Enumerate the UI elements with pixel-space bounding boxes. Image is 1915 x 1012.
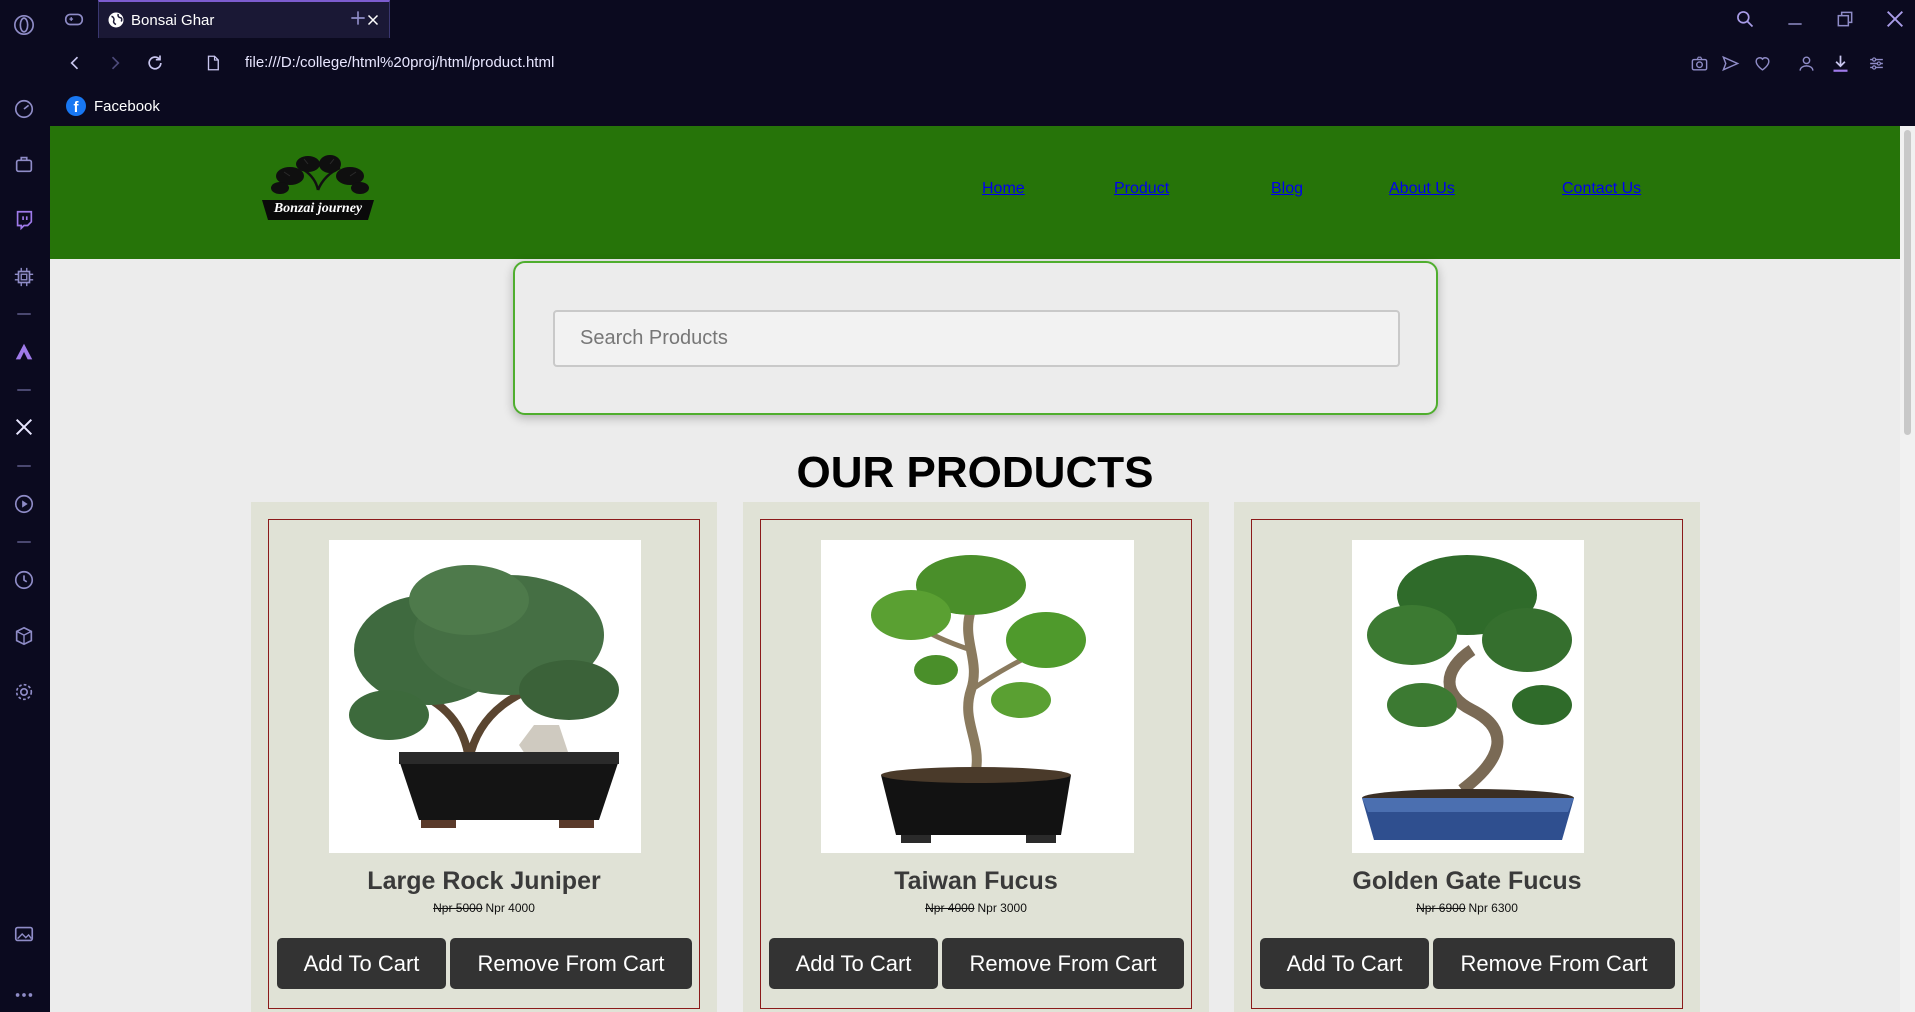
send-flow-icon[interactable] xyxy=(1718,51,1742,75)
work-bag-icon[interactable] xyxy=(11,151,37,177)
url-field[interactable]: file:///D:/college/html%20proj/html/prod… xyxy=(245,54,554,71)
old-price: Npr 6900 xyxy=(1416,901,1466,915)
product-name: Golden Gate Fucus xyxy=(1352,867,1582,895)
product-price: Npr 5000 Npr 4000 xyxy=(269,901,699,915)
nav-about-us[interactable]: About Us xyxy=(1389,180,1455,198)
product-card-inner: Golden Gate Fucus Npr 6900 Npr 6300 Add T… xyxy=(1251,519,1683,1009)
snapshot-camera-icon[interactable] xyxy=(1687,51,1711,75)
heart-icon[interactable] xyxy=(1750,51,1774,75)
gallery-icon[interactable] xyxy=(11,921,37,947)
page-viewport: Bonzai journey Home Product Blog About U… xyxy=(50,126,1915,1012)
remove-from-cart-button[interactable]: Remove From Cart xyxy=(1433,938,1675,989)
search-panel xyxy=(513,261,1438,415)
sidebar-divider xyxy=(17,389,31,391)
old-price: Npr 4000 xyxy=(925,901,975,915)
twitch-icon[interactable] xyxy=(11,207,37,233)
nav-home[interactable]: Home xyxy=(982,180,1025,198)
bookmark-facebook[interactable]: f Facebook xyxy=(66,93,160,119)
sidebar-divider xyxy=(17,541,31,543)
extensions-cube-icon[interactable] xyxy=(11,623,37,649)
close-window-icon[interactable] xyxy=(1883,7,1907,31)
tab-title: Bonsai Ghar xyxy=(131,12,215,29)
address-bar: file:///D:/college/html%20proj/html/prod… xyxy=(50,38,1915,88)
aria-ai-icon[interactable] xyxy=(11,339,37,365)
gamepad-icon[interactable] xyxy=(62,8,86,30)
reload-icon[interactable] xyxy=(143,51,167,75)
add-to-cart-button[interactable]: Add To Cart xyxy=(769,938,938,989)
product-card: Golden Gate Fucus Npr 6900 Npr 6300 Add T… xyxy=(1234,502,1700,1012)
browser-sidebar xyxy=(0,0,50,1012)
easy-setup-icon[interactable] xyxy=(1864,51,1888,75)
bookmarks-bar: f Facebook xyxy=(50,88,1915,126)
speed-dial-icon[interactable] xyxy=(11,96,37,122)
product-image-taiwan-ficus xyxy=(821,540,1134,853)
page-scrollbar[interactable] xyxy=(1900,126,1915,1012)
forward-arrow-icon[interactable] xyxy=(103,51,127,75)
hardware-chip-icon[interactable] xyxy=(11,264,37,290)
product-price: Npr 4000 Npr 3000 xyxy=(761,901,1191,915)
site-header: Bonzai journey Home Product Blog About U… xyxy=(50,126,1900,259)
facebook-icon: f xyxy=(66,96,86,116)
settings-gear-icon[interactable] xyxy=(11,679,37,705)
minimize-icon[interactable] xyxy=(1783,7,1807,31)
bookmark-label: Facebook xyxy=(94,97,160,115)
nav-product[interactable]: Product xyxy=(1114,180,1169,198)
current-price: Npr 3000 xyxy=(977,901,1027,915)
sidebar-divider xyxy=(17,465,31,467)
current-price: Npr 6300 xyxy=(1468,901,1518,915)
x-twitter-icon[interactable] xyxy=(11,414,37,440)
product-price: Npr 6900 Npr 6300 xyxy=(1252,901,1682,915)
new-tab-plus-icon[interactable] xyxy=(346,6,370,30)
add-to-cart-button[interactable]: Add To Cart xyxy=(1260,938,1429,989)
product-card: Large Rock Juniper Npr 5000 Npr 4000 Add … xyxy=(251,502,717,1012)
section-title: OUR PRODUCTS xyxy=(796,448,1154,497)
product-name: Taiwan Fucus xyxy=(894,867,1058,895)
history-icon[interactable] xyxy=(11,567,37,593)
nav-blog[interactable]: Blog xyxy=(1271,180,1303,198)
restore-icon[interactable] xyxy=(1833,7,1857,31)
nav-contact-us[interactable]: Contact Us xyxy=(1562,180,1641,198)
player-icon[interactable] xyxy=(11,491,37,517)
tab-strip: Bonsai Ghar xyxy=(50,0,1915,38)
sidebar-divider xyxy=(17,313,31,315)
bonzai-journey-logo[interactable]: Bonzai journey xyxy=(250,150,386,230)
more-options-icon[interactable] xyxy=(11,982,37,1008)
product-name: Large Rock Juniper xyxy=(367,867,601,895)
profile-icon[interactable] xyxy=(1794,51,1818,75)
opera-logo-icon[interactable] xyxy=(11,12,37,38)
product-card-inner: Large Rock Juniper Npr 5000 Npr 4000 Add … xyxy=(268,519,700,1009)
add-to-cart-button[interactable]: Add To Cart xyxy=(277,938,446,989)
globe-icon xyxy=(108,12,124,28)
search-input[interactable] xyxy=(553,310,1400,367)
product-card: Taiwan Fucus Npr 4000 Npr 3000 Add To Car… xyxy=(743,502,1209,1012)
product-image-golden-gate-ficus xyxy=(1352,540,1584,853)
back-arrow-icon[interactable] xyxy=(63,51,87,75)
product-image-juniper xyxy=(329,540,641,853)
product-card-inner: Taiwan Fucus Npr 4000 Npr 3000 Add To Car… xyxy=(760,519,1192,1009)
scrollbar-thumb[interactable] xyxy=(1904,130,1911,435)
file-page-icon[interactable] xyxy=(204,53,222,73)
svg-text:Bonzai journey: Bonzai journey xyxy=(273,201,363,216)
remove-from-cart-button[interactable]: Remove From Cart xyxy=(942,938,1184,989)
current-price: Npr 4000 xyxy=(485,901,535,915)
remove-from-cart-button[interactable]: Remove From Cart xyxy=(450,938,692,989)
download-icon[interactable] xyxy=(1828,51,1852,75)
tab-search-icon[interactable] xyxy=(1733,7,1757,31)
old-price: Npr 5000 xyxy=(433,901,483,915)
